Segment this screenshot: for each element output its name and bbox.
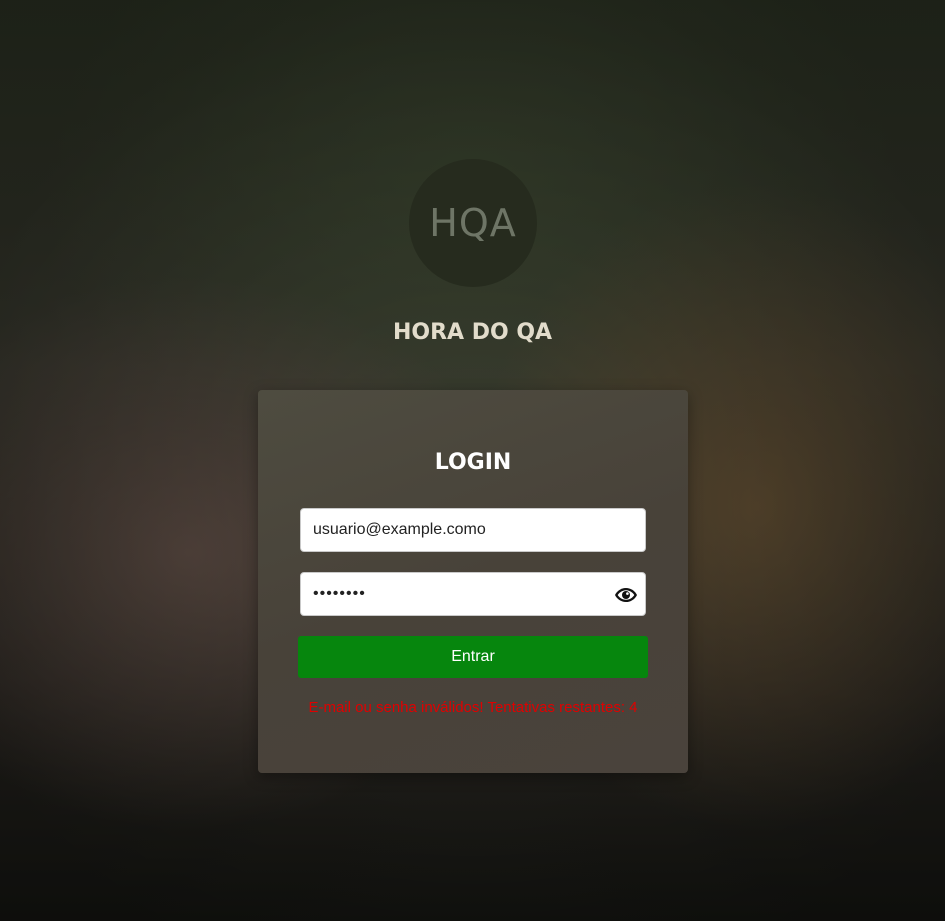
logo: HQA xyxy=(409,159,537,287)
password-field[interactable] xyxy=(301,573,645,615)
brand-title: HORA DO QA xyxy=(392,320,553,345)
email-field[interactable] xyxy=(301,509,645,551)
login-card: LOGIN Entrar E-mail ou senha inválidos! … xyxy=(258,390,688,773)
error-message: E-mail ou senha inválidos! Tentativas re… xyxy=(308,699,638,716)
login-title: LOGIN xyxy=(434,450,512,475)
password-field-wrapper xyxy=(300,572,646,616)
eye-icon-graphic xyxy=(615,588,637,602)
eye-icon[interactable] xyxy=(613,582,639,608)
submit-button[interactable]: Entrar xyxy=(298,636,648,678)
email-field-wrapper xyxy=(300,508,646,552)
logo-text: HQA xyxy=(429,201,517,245)
